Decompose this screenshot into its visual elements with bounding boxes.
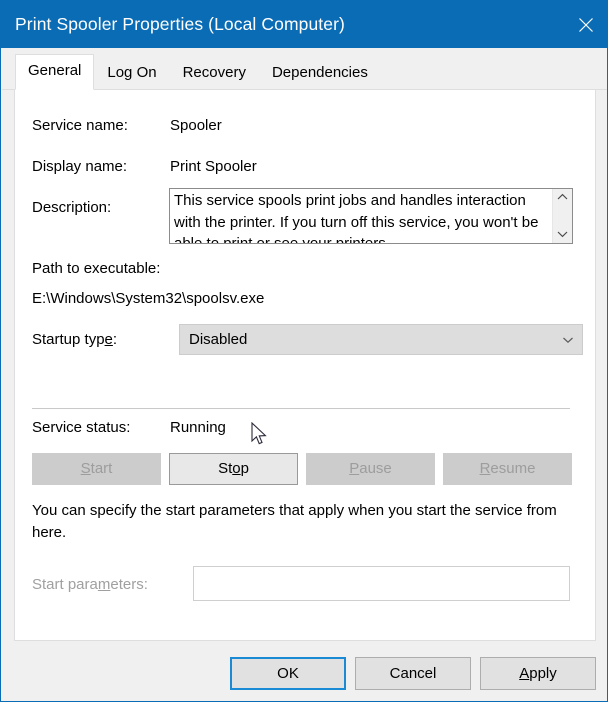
service-name-label: Service name: <box>32 117 128 134</box>
tab-dependencies[interactable]: Dependencies <box>259 56 381 90</box>
chevron-down-icon[interactable] <box>557 230 568 238</box>
description-scrollbar[interactable] <box>552 189 572 243</box>
chevron-up-icon[interactable] <box>557 193 568 201</box>
tab-strip: General Log On Recovery Dependencies <box>2 48 607 90</box>
tab-log-on[interactable]: Log On <box>94 56 169 90</box>
path-to-executable-value: E:\Windows\System32\spoolsv.exe <box>32 290 265 307</box>
title-bar: Print Spooler Properties (Local Computer… <box>1 1 607 48</box>
dialog-footer: OK Cancel Apply <box>2 641 607 701</box>
tab-list: General Log On Recovery Dependencies <box>15 54 381 90</box>
ok-button[interactable]: OK <box>230 657 346 690</box>
dialog-buttons: OK Cancel Apply <box>230 657 596 690</box>
description-textbox[interactable]: This service spools print jobs and handl… <box>169 188 573 244</box>
start-button[interactable]: Start <box>32 453 161 485</box>
close-icon[interactable] <box>563 1 607 48</box>
start-parameters-label: Start parameters: <box>32 576 148 593</box>
tab-recovery[interactable]: Recovery <box>170 56 259 90</box>
start-parameters-help-text: You can specify the start parameters tha… <box>32 502 557 541</box>
general-tab-panel: Service name: Spooler Display name: Prin… <box>14 89 596 641</box>
cancel-button[interactable]: Cancel <box>355 657 471 690</box>
service-name-value: Spooler <box>170 117 222 134</box>
start-parameters-input[interactable] <box>193 566 570 601</box>
startup-type-dropdown[interactable]: Disabled <box>179 324 583 355</box>
resume-button[interactable]: Resume <box>443 453 572 485</box>
apply-button[interactable]: Apply <box>480 657 596 690</box>
pause-button[interactable]: Pause <box>306 453 435 485</box>
tab-general[interactable]: General <box>15 54 95 90</box>
service-status-label: Service status: <box>32 419 131 436</box>
service-properties-window: Print Spooler Properties (Local Computer… <box>0 0 608 702</box>
chevron-down-icon[interactable] <box>554 336 582 344</box>
path-to-executable-label: Path to executable: <box>32 260 161 277</box>
section-divider <box>32 408 570 409</box>
service-action-buttons: Start St o p Pause Resume <box>32 453 572 485</box>
startup-type-value: Disabled <box>189 330 248 348</box>
display-name-label: Display name: <box>32 158 128 175</box>
service-status-value: Running <box>170 419 226 436</box>
display-name-value: Print Spooler <box>170 158 257 175</box>
startup-type-label: Startup type: <box>32 331 118 348</box>
window-title: Print Spooler Properties (Local Computer… <box>15 14 345 34</box>
stop-button[interactable]: St o p <box>169 453 298 485</box>
description-text: This service spools print jobs and handl… <box>174 192 539 243</box>
description-label: Description: <box>32 199 112 216</box>
